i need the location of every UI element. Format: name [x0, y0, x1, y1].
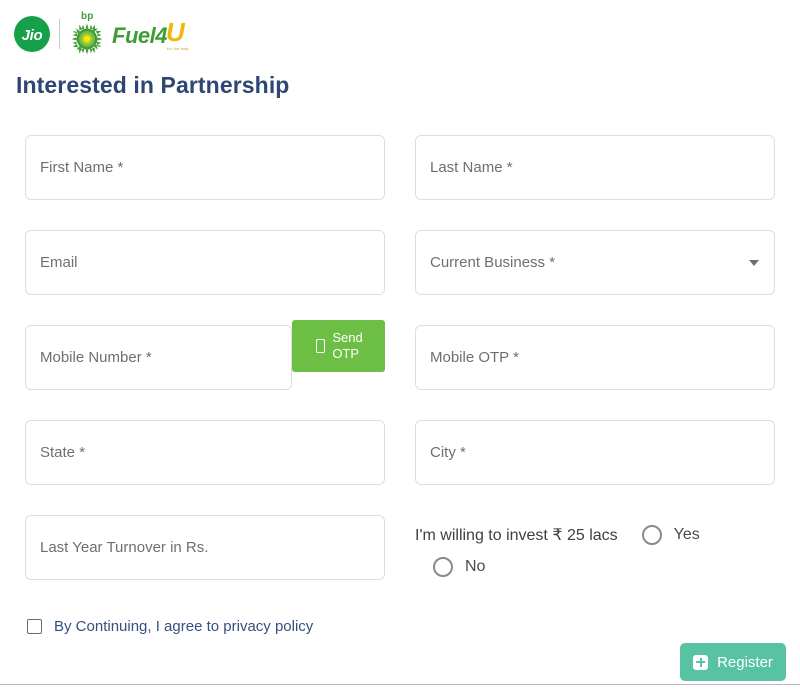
invest-question-row: I'm willing to invest ₹ 25 lacs Yes [415, 525, 775, 545]
invest-radio-yes[interactable]: Yes [641, 525, 700, 545]
invest-radio-no-label: No [465, 558, 486, 575]
last-year-turnover-input[interactable]: Last Year Turnover in Rs. [25, 515, 385, 580]
privacy-consent-checkbox[interactable] [27, 619, 42, 634]
fuel4u-flame-icon: U for the way [165, 17, 189, 51]
partnership-form: First Name * Last Name * Email Current B… [25, 135, 775, 610]
fuel4u-logo-label: Fuel4 [112, 23, 167, 48]
state-placeholder: State * [40, 444, 86, 461]
form-row-state-city: State * City * [25, 420, 775, 485]
first-name-input[interactable]: First Name * [25, 135, 385, 200]
email-input[interactable]: Email [25, 230, 385, 295]
fuel4u-u-label: U [165, 17, 185, 47]
field-group-last-name: Last Name * [415, 135, 775, 200]
field-group-turnover: Last Year Turnover in Rs. [25, 515, 385, 580]
form-row-name: First Name * Last Name * [25, 135, 775, 200]
field-group-city: City * [415, 420, 775, 485]
invest-radio-no[interactable]: No [433, 557, 775, 577]
last-name-input[interactable]: Last Name * [415, 135, 775, 200]
mobile-phone-icon [316, 338, 326, 353]
form-row-email-business: Email Current Business * [25, 230, 775, 295]
bp-logo-label: bp [81, 11, 94, 22]
brand-logo-bar: Jio bp Fuel4 U for the way [14, 10, 189, 58]
fuel4u-logo: Fuel4 U for the way [112, 11, 189, 57]
field-group-invest: I'm willing to invest ₹ 25 lacs Yes No [415, 515, 775, 580]
mobile-number-input[interactable]: Mobile Number * [25, 325, 292, 390]
bottom-divider [0, 684, 800, 685]
register-button[interactable]: Register [680, 643, 786, 681]
current-business-select[interactable]: Current Business * [415, 230, 775, 295]
city-input[interactable]: City * [415, 420, 775, 485]
last-name-placeholder: Last Name * [430, 159, 513, 176]
page-title: Interested in Partnership [16, 72, 290, 98]
radio-circle-icon [641, 525, 662, 545]
bp-logo: bp [68, 11, 108, 57]
mobile-otp-placeholder: Mobile OTP * [430, 349, 519, 366]
invest-question-group: I'm willing to invest ₹ 25 lacs Yes No [415, 515, 775, 577]
field-group-current-business: Current Business * [415, 230, 775, 295]
state-input[interactable]: State * [25, 420, 385, 485]
send-otp-button[interactable]: Send OTP [292, 320, 385, 372]
last-year-turnover-placeholder: Last Year Turnover in Rs. [40, 539, 209, 556]
field-group-email: Email [25, 230, 385, 295]
register-button-label: Register [717, 653, 773, 671]
plus-icon [693, 654, 709, 670]
field-group-state: State * [25, 420, 385, 485]
brand-divider [59, 19, 60, 49]
send-otp-label: Send OTP [332, 329, 363, 361]
privacy-consent-row[interactable]: By Continuing, I agree to privacy policy [27, 618, 313, 635]
email-placeholder: Email [40, 254, 78, 271]
field-group-first-name: First Name * [25, 135, 385, 200]
first-name-placeholder: First Name * [40, 159, 124, 176]
field-group-mobile-number: Mobile Number * Send OTP [25, 320, 385, 390]
chevron-down-icon[interactable] [749, 259, 759, 266]
bp-sunburst-icon [71, 23, 103, 55]
jio-logo-label: Jio [21, 26, 43, 44]
form-row-mobile-otp: Mobile Number * Send OTP Mobile OTP * [25, 320, 775, 390]
invest-radio-yes-label: Yes [673, 526, 700, 543]
form-row-turnover-invest: Last Year Turnover in Rs. I'm willing to… [25, 515, 775, 580]
radio-circle-icon [433, 557, 453, 577]
field-group-mobile-otp: Mobile OTP * [415, 325, 775, 390]
city-placeholder: City * [430, 444, 466, 461]
mobile-number-placeholder: Mobile Number * [40, 349, 152, 366]
jio-logo-icon: Jio [14, 16, 50, 52]
mobile-otp-input[interactable]: Mobile OTP * [415, 325, 775, 390]
privacy-consent-label: By Continuing, I agree to privacy policy [54, 618, 314, 635]
fuel4u-tagline: for the way [166, 46, 189, 51]
current-business-placeholder: Current Business * [430, 254, 556, 271]
invest-question-label: I'm willing to invest ₹ 25 lacs [415, 527, 618, 544]
